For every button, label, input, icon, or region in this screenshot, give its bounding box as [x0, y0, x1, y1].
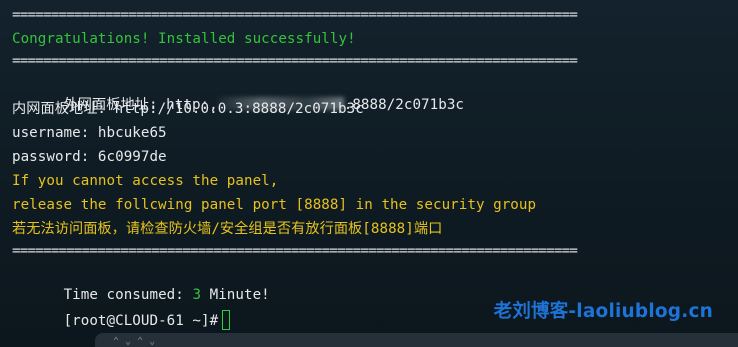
blog-watermark: 老刘博客-laoliublog.cn — [493, 301, 713, 322]
shell-prompt: [root@CLOUD-61 ~]# — [63, 313, 219, 329]
separator-line: ========================================… — [12, 7, 578, 23]
warning-line-3: 若无法访问面板，请检查防火墙/安全组是否有放行面板[8888]端口 — [12, 221, 443, 237]
status-bar-icon: ⌃ ⌄ ⌃ ⌄ — [113, 336, 156, 347]
password-line: password: 6c0997de — [12, 149, 167, 165]
warning-line-1: If you cannot access the panel, — [12, 173, 279, 189]
separator-line: ========================================… — [12, 53, 578, 69]
block-cursor-icon — [222, 310, 231, 330]
success-message: Congratulations! Installed successfully! — [12, 31, 356, 47]
bottom-status-bar: ⌃ ⌄ ⌃ ⌄ — [95, 333, 738, 347]
internal-panel-address: 内网面板地址: http://10.0.0.3:8888/2c071b3c — [12, 101, 364, 117]
warning-line-2: release the follcwing panel port [8888] … — [12, 197, 537, 213]
terminal-window[interactable]: ========================================… — [0, 0, 738, 347]
separator-line: ========================================… — [12, 243, 578, 259]
username-line: username: hbcuke65 — [12, 125, 167, 141]
